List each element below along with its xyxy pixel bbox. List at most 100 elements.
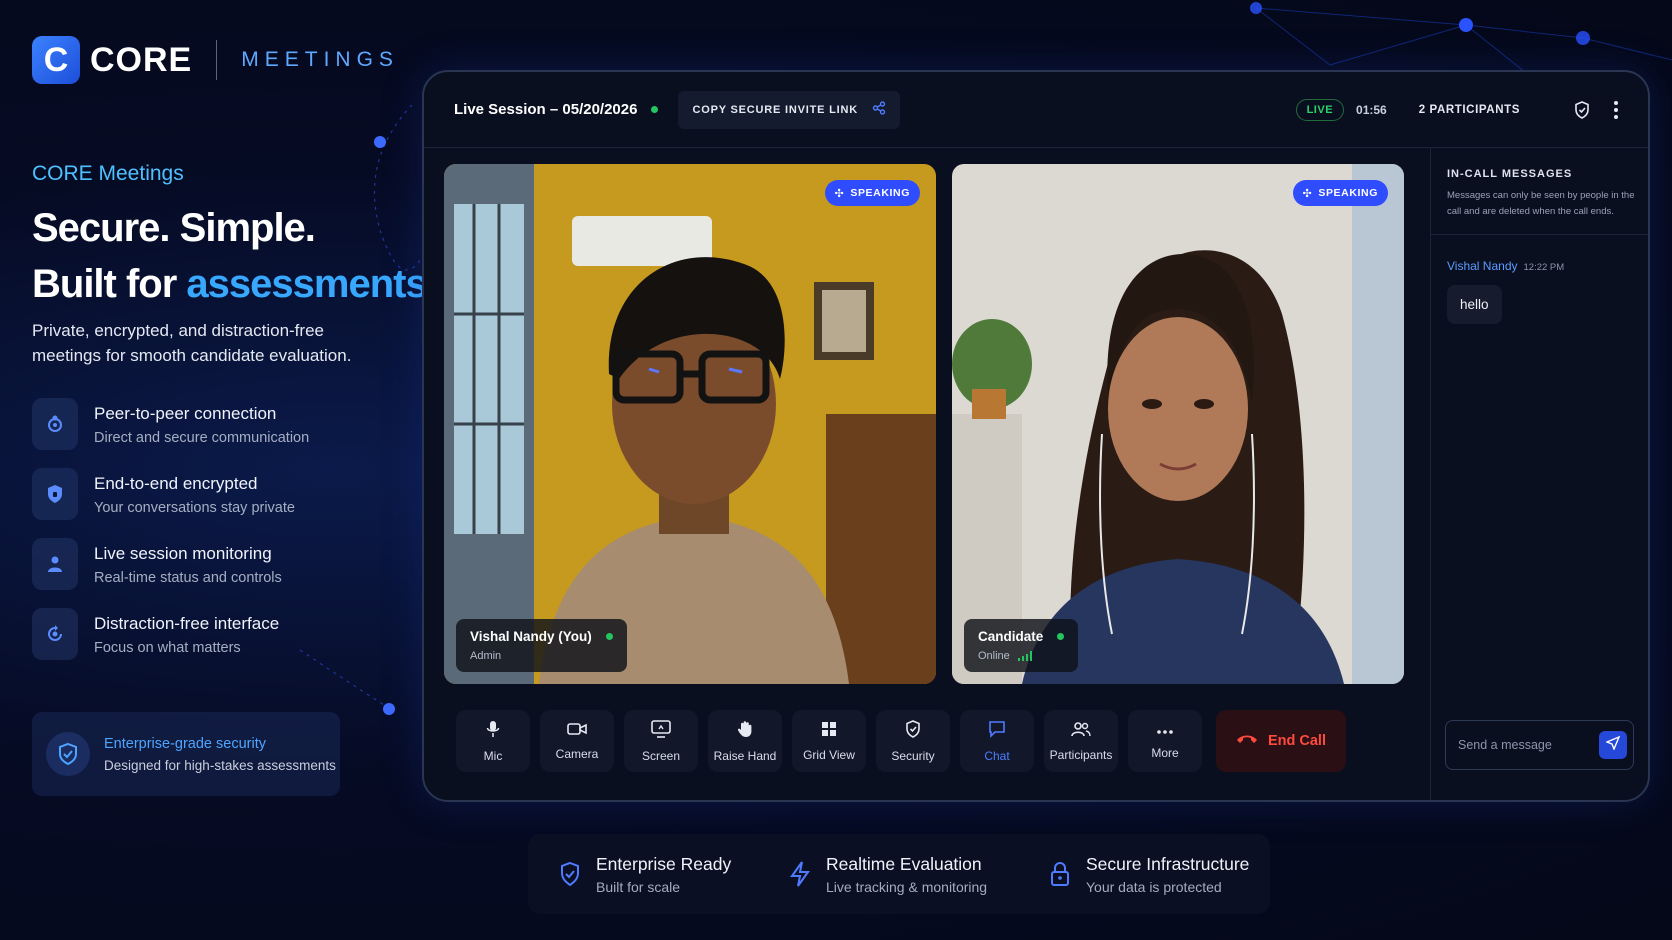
raise-hand-label: Raise Hand — [713, 748, 777, 763]
video-tile-self: ✣ SPEAKING Vishal Nandy (You) Admin — [444, 164, 936, 684]
message-input[interactable] — [1458, 738, 1599, 752]
focus-icon — [32, 608, 78, 660]
hang-up-icon — [1236, 733, 1258, 749]
brand-divider — [216, 40, 218, 80]
participants-label: Participants — [1049, 747, 1113, 762]
participants-icon — [1071, 721, 1091, 742]
feature-subtitle: Focus on what matters — [94, 640, 241, 656]
hand-icon — [737, 720, 753, 743]
feature-subtitle: Real-time status and controls — [94, 570, 282, 586]
brand-product: MEETINGS — [241, 48, 399, 71]
signal-strength-icon — [1017, 651, 1032, 661]
security-card-title: Enterprise-grade security — [104, 735, 266, 752]
online-status-dot — [1057, 633, 1065, 640]
chat-title: IN-CALL MESSAGES — [1447, 168, 1573, 180]
live-badge: LIVE — [1295, 98, 1345, 121]
screen-share-icon — [651, 719, 671, 743]
headline-prefix: Built for — [32, 262, 187, 306]
encryption-shield-icon — [32, 468, 78, 520]
security-icon — [905, 719, 921, 743]
more-options-icon[interactable] — [1614, 100, 1618, 119]
raise-hand-button[interactable]: Raise Hand — [708, 710, 782, 772]
participants-count: 2 PARTICIPANTS — [1418, 103, 1520, 116]
security-button[interactable]: Security — [876, 710, 950, 772]
session-status-dot — [651, 106, 659, 113]
shield-check-icon — [46, 732, 90, 776]
hero-headline: Secure. Simple. Built for assessments. — [32, 200, 438, 312]
security-card: Enterprise-grade security Designed for h… — [32, 712, 340, 796]
call-timer: 01:56 — [1356, 102, 1387, 117]
video-feed-candidate — [952, 164, 1404, 684]
participant-name: Candidate — [978, 629, 1044, 644]
chat-label: Chat — [984, 748, 1010, 763]
send-button[interactable] — [1599, 731, 1627, 759]
participant-role: Admin — [470, 650, 502, 662]
session-title: Live Session – 05/20/2026 — [454, 101, 638, 118]
hero-eyebrow: CORE Meetings — [32, 162, 184, 185]
share-link-icon — [872, 101, 886, 118]
monitoring-icon — [32, 538, 78, 590]
call-controls: Mic Camera Screen Raise Hand Grid View S… — [456, 710, 1346, 772]
more-icon — [1156, 722, 1174, 740]
audio-wave-icon: ✣ — [834, 187, 845, 200]
participant-status-label: Online — [978, 650, 1010, 662]
video-tile-candidate: ✣ SPEAKING Candidate Online — [952, 164, 1404, 684]
shield-icon[interactable] — [1574, 100, 1590, 119]
hero-lead: Private, encrypted, and distraction-free… — [32, 321, 352, 365]
participants-button[interactable]: Participants — [1044, 710, 1118, 772]
benefit-item: Realtime Evaluation Live tracking & monit… — [758, 854, 1018, 895]
benefit-subtitle: Live tracking & monitoring — [826, 878, 988, 895]
mic-icon — [486, 720, 500, 743]
invite-label: COPY SECURE INVITE LINK — [692, 103, 858, 116]
chat-icon — [988, 720, 1006, 743]
audio-wave-icon: ✣ — [1302, 187, 1313, 200]
brand: C CORE MEETINGS — [32, 36, 399, 84]
grid-icon — [821, 721, 837, 742]
feature-title: Distraction-free interface — [94, 614, 280, 633]
more-button[interactable]: More — [1128, 710, 1202, 772]
meeting-topbar: Live Session – 05/20/2026 COPY SECURE IN… — [424, 72, 1648, 148]
screen-share-button[interactable]: Screen — [624, 710, 698, 772]
mic-button[interactable]: Mic — [456, 710, 530, 772]
online-status-dot — [605, 633, 613, 640]
camera-icon — [567, 722, 587, 741]
copy-invite-link-button[interactable]: COPY SECURE INVITE LINK — [678, 90, 900, 129]
benefits-strip: Enterprise Ready Built for scale Realtime… — [528, 834, 1270, 914]
feature-item: End-to-end encrypted Your conversations s… — [32, 468, 309, 538]
end-call-label: End Call — [1267, 733, 1326, 749]
shield-check-icon — [556, 861, 584, 887]
speaking-badge: ✣ SPEAKING — [1292, 180, 1388, 206]
feature-item: Peer-to-peer connection Direct and secure… — [32, 398, 309, 468]
speaking-label: SPEAKING — [850, 187, 910, 199]
benefit-item: Enterprise Ready Built for scale — [528, 854, 758, 895]
meeting-window: Live Session – 05/20/2026 COPY SECURE IN… — [422, 70, 1650, 802]
screen-label: Screen — [641, 748, 681, 763]
grid-view-button[interactable]: Grid View — [792, 710, 866, 772]
feature-list: Peer-to-peer connection Direct and secure… — [32, 398, 309, 678]
speaking-label: SPEAKING — [1318, 187, 1378, 199]
participant-name: Vishal Nandy (You) — [470, 629, 592, 644]
participant-name-tag: Vishal Nandy (You) Admin — [456, 619, 627, 672]
lock-icon — [1046, 861, 1074, 887]
brand-name: CORE — [90, 40, 193, 79]
benefit-item: Secure Infrastructure Your data is protec… — [1018, 854, 1270, 895]
feature-item: Distraction-free interface Focus on what … — [32, 608, 309, 678]
end-call-button[interactable]: End Call — [1216, 710, 1346, 772]
brand-logo-icon: C — [32, 36, 80, 84]
peer-connection-icon — [32, 398, 78, 450]
headline-line-2: Built for assessments. — [32, 256, 438, 312]
message-time: 12:22 PM — [1523, 262, 1565, 273]
chat-button[interactable]: Chat — [960, 710, 1034, 772]
more-label: More — [1151, 746, 1179, 760]
feature-subtitle: Direct and secure communication — [94, 430, 310, 446]
camera-button[interactable]: Camera — [540, 710, 614, 772]
participant-name-tag: Candidate Online — [964, 619, 1079, 672]
send-icon — [1605, 735, 1621, 755]
camera-label: Camera — [555, 746, 599, 761]
security-label: Security — [891, 748, 935, 763]
feature-subtitle: Your conversations stay private — [94, 500, 295, 516]
benefit-subtitle: Your data is protected — [1086, 878, 1222, 895]
chat-input-box — [1445, 720, 1634, 770]
feature-title: End-to-end encrypted — [94, 474, 258, 493]
message-sender: Vishal Nandy — [1447, 259, 1518, 273]
